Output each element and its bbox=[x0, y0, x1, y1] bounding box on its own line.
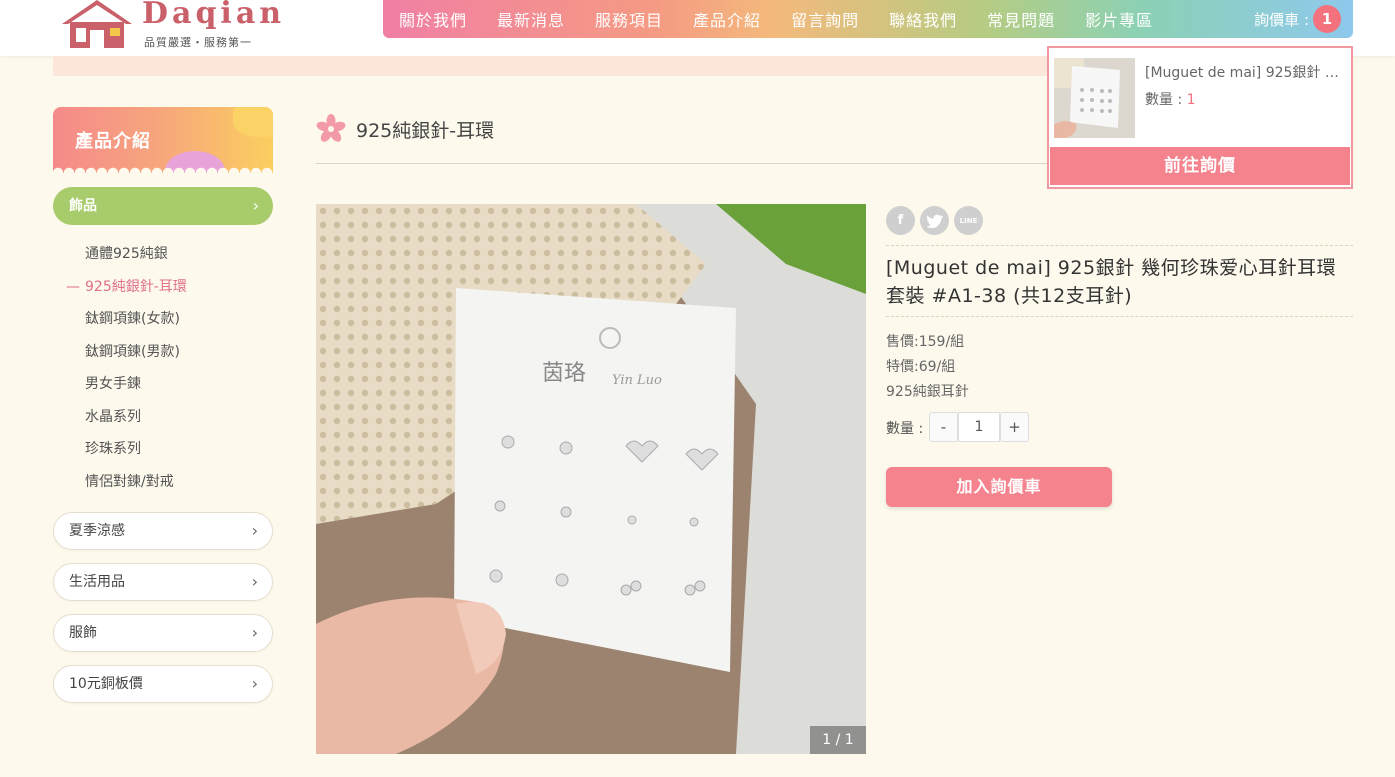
subcategory-item-active[interactable]: —925純銀針-耳環 bbox=[53, 273, 273, 306]
twitter-icon[interactable] bbox=[920, 206, 949, 235]
subcategory-item[interactable]: 珍珠系列 bbox=[53, 435, 273, 468]
category-apparel[interactable]: 服飾 › bbox=[53, 614, 273, 652]
card-brand-en: Yin Luo bbox=[612, 373, 662, 388]
category-accessories[interactable]: 飾品 › bbox=[53, 187, 273, 225]
product-price: 售價:159/組 bbox=[886, 334, 965, 350]
product-photo: 茵珞 Yin Luo bbox=[316, 204, 866, 754]
flower-icon bbox=[316, 114, 346, 142]
nav-item-news[interactable]: 最新消息 bbox=[497, 7, 565, 31]
chevron-right-icon: › bbox=[251, 521, 258, 540]
chevron-right-icon: › bbox=[251, 674, 258, 693]
nav-item-services[interactable]: 服務項目 bbox=[595, 7, 663, 31]
chevron-right-icon: › bbox=[251, 572, 258, 591]
go-to-inquiry-button[interactable]: 前往詢價 bbox=[1050, 147, 1350, 185]
quantity-minus-button[interactable]: - bbox=[929, 412, 958, 442]
sidebar-title: 產品介紹 bbox=[75, 131, 151, 152]
category-daily-goods[interactable]: 生活用品 › bbox=[53, 563, 273, 601]
nav-item-about[interactable]: 關於我們 bbox=[399, 7, 467, 31]
page-title: 925純銀針-耳環 bbox=[356, 120, 495, 142]
line-icon[interactable]: LINE bbox=[954, 206, 983, 235]
subcategory-item[interactable]: 鈦鋼項鍊(男款) bbox=[53, 338, 273, 371]
product-note: 925純銀耳針 bbox=[886, 384, 969, 400]
chevron-right-icon: › bbox=[252, 196, 259, 215]
product-special-price: 特價:69/組 bbox=[886, 359, 956, 375]
product-name: [Muguet de mai] 925銀針 幾何珍珠爱心耳針耳環套裝 #A1-3… bbox=[886, 257, 1337, 307]
nav-item-contact[interactable]: 聯絡我們 bbox=[889, 7, 957, 31]
logo-wordmark: Daqian bbox=[142, 0, 286, 31]
active-marker: — bbox=[66, 278, 80, 295]
subcategory-item[interactable]: 鈦鋼項鍊(女款) bbox=[53, 305, 273, 338]
cart-item-name[interactable]: [Muguet de mai] 925銀針 幾何珍珠爱心耳針耳環套裝 #A1-3… bbox=[1145, 62, 1350, 82]
quantity-stepper: - 1 + bbox=[929, 412, 1029, 442]
subcategory-list: 通體925純銀 —925純銀針-耳環 鈦鋼項鍊(女款) 鈦鋼項鍊(男款) 男女手… bbox=[53, 240, 273, 500]
card-brand: 茵珞 bbox=[542, 361, 586, 386]
site-logo[interactable]: Daqian 品質嚴選・服務第一 bbox=[60, 0, 281, 52]
subcategory-item[interactable]: 情侶對鍊/對戒 bbox=[53, 468, 273, 501]
category-summer-cooling[interactable]: 夏季涼感 › bbox=[53, 512, 273, 550]
image-counter: 1 / 1 bbox=[810, 726, 866, 754]
cart-item-quantity-value: 1 bbox=[1186, 92, 1196, 108]
category-label: 飾品 bbox=[69, 198, 97, 214]
nav-item-faq[interactable]: 常見問題 bbox=[987, 7, 1055, 31]
subcategory-item[interactable]: 男女手鍊 bbox=[53, 370, 273, 403]
share-buttons: f LINE bbox=[886, 206, 988, 235]
quantity-plus-button[interactable]: + bbox=[1000, 412, 1029, 442]
cart-item-quantity: 數量 : 1 bbox=[1145, 92, 1196, 108]
sidebar-title-banner: 產品介紹 bbox=[53, 107, 273, 173]
main-nav: 關於我們 最新消息 服務項目 產品介紹 留言詢問 聯絡我們 常見問題 影片專區 … bbox=[383, 0, 1353, 38]
cart-dropdown: [Muguet de mai] 925銀針 幾何珍珠爱心耳針耳環套裝 #A1-3… bbox=[1047, 46, 1353, 189]
chevron-right-icon: › bbox=[251, 623, 258, 642]
add-to-inquiry-cart-button[interactable]: 加入詢價車 bbox=[886, 467, 1112, 507]
product-image[interactable]: 茵珞 Yin Luo 1 / 1 bbox=[316, 204, 866, 754]
category-ten-dollar[interactable]: 10元銅板價 › bbox=[53, 665, 273, 703]
quantity-label: 數量 : bbox=[886, 421, 924, 437]
subcategory-item[interactable]: 水晶系列 bbox=[53, 403, 273, 436]
nav-item-videos[interactable]: 影片專區 bbox=[1085, 7, 1153, 31]
inquiry-cart-link[interactable]: 詢價車 : 1 bbox=[1254, 5, 1341, 33]
nav-item-products[interactable]: 產品介紹 bbox=[693, 7, 761, 31]
cart-count-badge: 1 bbox=[1313, 5, 1341, 33]
inquiry-cart-label: 詢價車 : bbox=[1254, 10, 1309, 29]
subcategory-item[interactable]: 通體925純銀 bbox=[53, 240, 273, 273]
quantity-input[interactable]: 1 bbox=[958, 412, 1000, 442]
nav-item-message[interactable]: 留言詢問 bbox=[791, 7, 859, 31]
divider bbox=[886, 245, 1353, 246]
cart-item-thumbnail[interactable] bbox=[1054, 58, 1135, 138]
house-logo-icon bbox=[62, 0, 132, 48]
facebook-icon[interactable]: f bbox=[886, 206, 915, 235]
divider bbox=[886, 316, 1353, 317]
logo-tagline: 品質嚴選・服務第一 bbox=[144, 36, 252, 49]
